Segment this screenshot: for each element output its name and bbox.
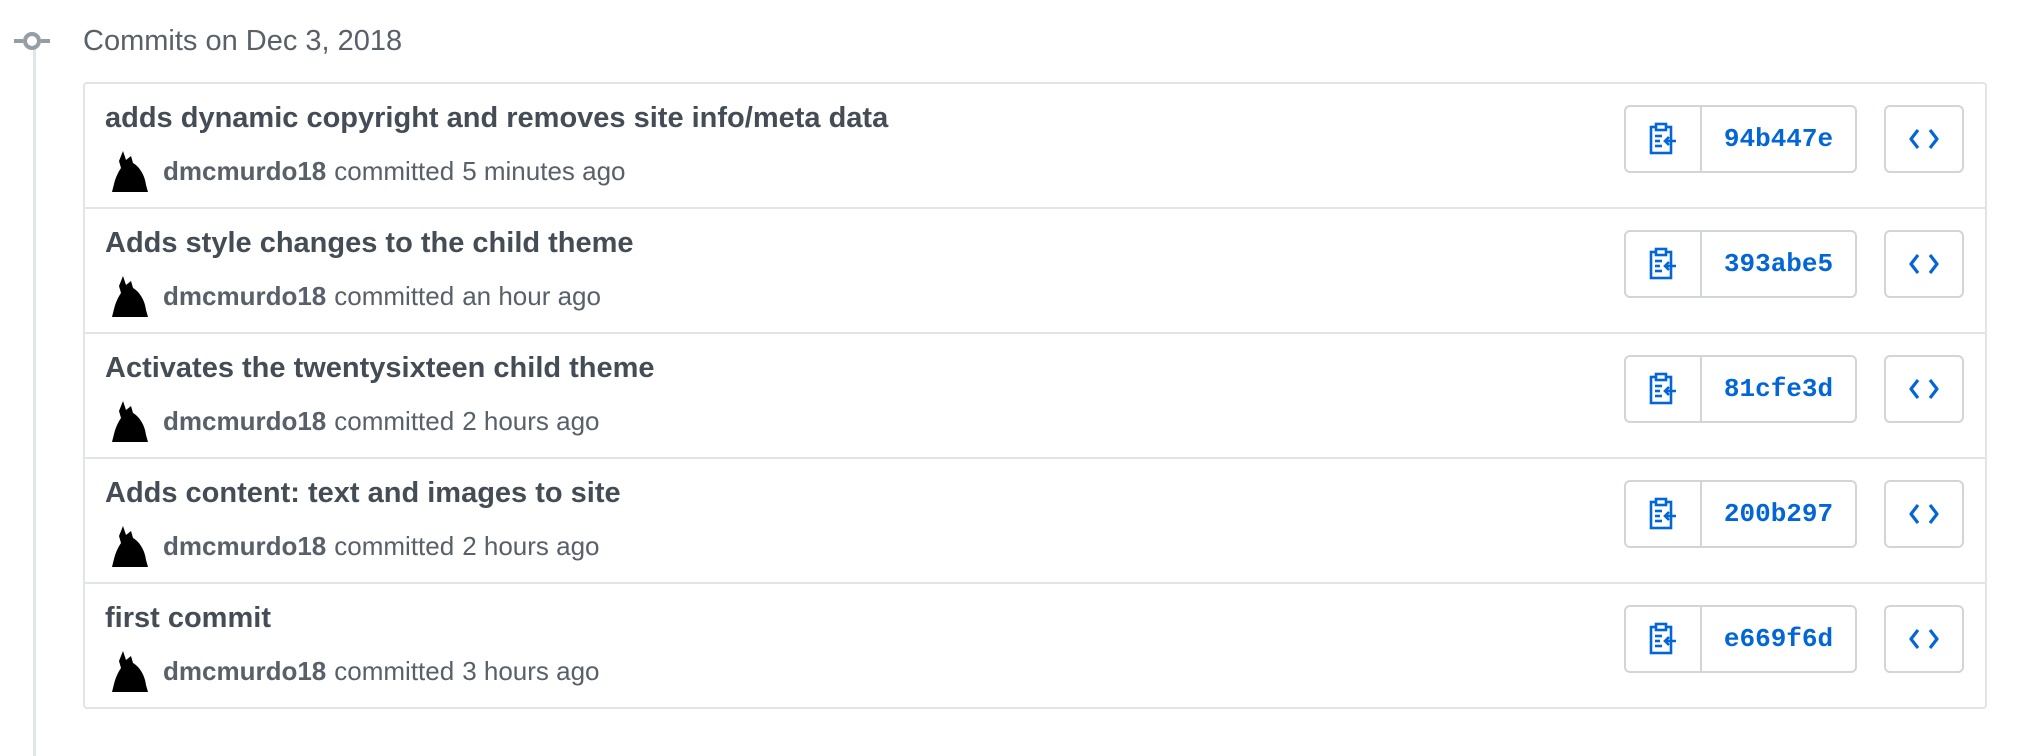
code-icon [1909, 379, 1939, 399]
copy-sha-button[interactable] [1624, 105, 1702, 173]
code-icon [1909, 254, 1939, 274]
browse-repo-button[interactable] [1884, 105, 1964, 173]
commit-row: adds dynamic copyright and removes site … [85, 84, 1985, 207]
git-commit-icon [14, 32, 50, 50]
code-icon [1909, 129, 1939, 149]
commit-verb: committed [334, 530, 455, 561]
commit-meta: dmcmurdo18 committed an hour ago [111, 271, 601, 321]
sha-button-group: 393abe5 [1624, 230, 1857, 298]
commit-author-link[interactable]: dmcmurdo18 [163, 281, 326, 312]
copy-sha-button[interactable] [1624, 605, 1702, 673]
commit-sha-link[interactable]: e669f6d [1702, 605, 1857, 673]
commits-day-title: Commits on Dec 3, 2018 [83, 24, 403, 57]
timeline-line [33, 44, 36, 756]
commit-sha-link[interactable]: 81cfe3d [1702, 355, 1857, 423]
clippy-icon [1649, 122, 1676, 155]
commit-relative-time: 2 hours ago [462, 405, 600, 436]
commit-meta: dmcmurdo18 committed 3 hours ago [111, 646, 600, 696]
commit-row: Activates the twentysixteen child theme … [85, 332, 1985, 457]
wolf-avatar-icon [112, 151, 148, 192]
commit-row: first commit dmcmurdo18 committed 3 hour… [85, 582, 1985, 707]
author-avatar[interactable] [111, 149, 163, 193]
sha-button-group: 81cfe3d [1624, 355, 1857, 423]
author-avatar[interactable] [111, 399, 163, 443]
commit-relative-time: 2 hours ago [462, 530, 600, 561]
browse-repo-button[interactable] [1884, 230, 1964, 298]
copy-sha-button[interactable] [1624, 230, 1702, 298]
commit-author-link[interactable]: dmcmurdo18 [163, 656, 326, 687]
commit-title-link[interactable]: Adds style changes to the child theme [105, 227, 634, 260]
copy-sha-button[interactable] [1624, 355, 1702, 423]
commit-title-link[interactable]: Activates the twentysixteen child theme [105, 352, 655, 385]
author-avatar[interactable] [111, 524, 163, 568]
wolf-avatar-icon [112, 526, 148, 567]
commit-author-link[interactable]: dmcmurdo18 [163, 406, 326, 437]
clippy-icon [1649, 622, 1676, 655]
wolf-avatar-icon [112, 651, 148, 692]
commit-verb: committed [334, 655, 455, 686]
sha-button-group: 94b447e [1624, 105, 1857, 173]
commit-meta: dmcmurdo18 committed 2 hours ago [111, 521, 600, 571]
author-avatar[interactable] [111, 274, 163, 318]
browse-repo-button[interactable] [1884, 605, 1964, 673]
sha-button-group: 200b297 [1624, 480, 1857, 548]
commit-relative-time: an hour ago [462, 280, 601, 311]
copy-sha-button[interactable] [1624, 480, 1702, 548]
clippy-icon [1649, 247, 1676, 280]
commit-author-link[interactable]: dmcmurdo18 [163, 156, 326, 187]
browse-repo-button[interactable] [1884, 480, 1964, 548]
commit-verb: committed [334, 155, 455, 186]
commit-sha-link[interactable]: 393abe5 [1702, 230, 1857, 298]
commit-relative-time: 5 minutes ago [462, 155, 626, 186]
commit-title-link[interactable]: adds dynamic copyright and removes site … [105, 102, 888, 135]
clippy-icon [1649, 372, 1676, 405]
commit-meta: dmcmurdo18 committed 2 hours ago [111, 396, 600, 446]
sha-button-group: e669f6d [1624, 605, 1857, 673]
wolf-avatar-icon [112, 401, 148, 442]
commit-sha-link[interactable]: 94b447e [1702, 105, 1857, 173]
commit-title-link[interactable]: Adds content: text and images to site [105, 477, 621, 510]
commit-title-link[interactable]: first commit [105, 602, 271, 635]
wolf-avatar-icon [112, 276, 148, 317]
timeline-commit-icon [14, 20, 50, 62]
commit-author-link[interactable]: dmcmurdo18 [163, 531, 326, 562]
code-icon [1909, 629, 1939, 649]
author-avatar[interactable] [111, 649, 163, 693]
commit-verb: committed [334, 280, 455, 311]
commit-row: Adds style changes to the child theme dm… [85, 207, 1985, 332]
clippy-icon [1649, 497, 1676, 530]
commit-row: Adds content: text and images to site dm… [85, 457, 1985, 582]
commit-relative-time: 3 hours ago [462, 655, 600, 686]
browse-repo-button[interactable] [1884, 355, 1964, 423]
commit-sha-link[interactable]: 200b297 [1702, 480, 1857, 548]
commit-list: adds dynamic copyright and removes site … [83, 82, 1987, 709]
code-icon [1909, 504, 1939, 524]
commit-verb: committed [334, 405, 455, 436]
commit-meta: dmcmurdo18 committed 5 minutes ago [111, 146, 626, 196]
